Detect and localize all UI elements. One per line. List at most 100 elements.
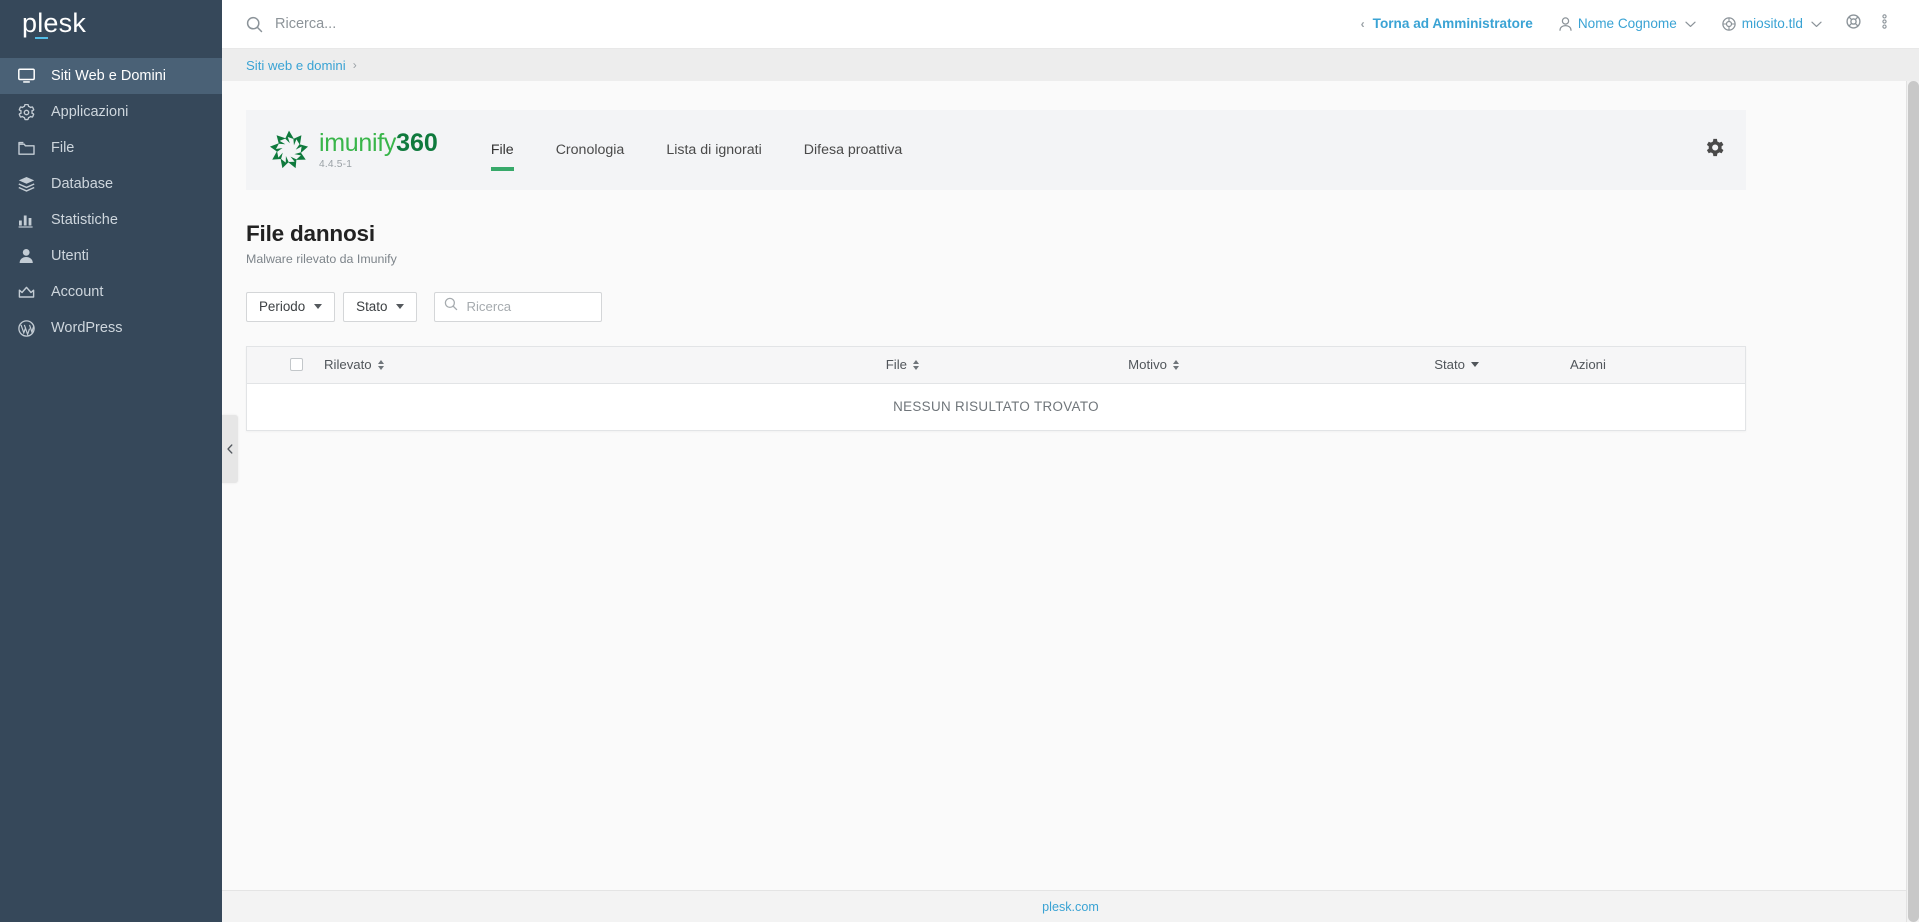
plesk-logo[interactable]: plesk [0,0,222,49]
sidebar-item-label: Account [51,283,104,300]
content-scroll-area: imunify 360 4.4.5-1 File Cronologia List… [222,81,1919,922]
chevron-down-icon [1685,17,1696,31]
sidebar-item-label: Siti Web e Domini [51,67,166,84]
breadcrumb: Siti web e domini › [222,49,1919,81]
footer: plesk.com [222,890,1919,922]
more-options-button[interactable] [1872,13,1897,35]
sidebar-item-label: Statistiche [51,211,118,228]
period-filter-label: Periodo [259,299,306,315]
tab-difesa-proattiva[interactable]: Difesa proattiva [783,110,924,190]
plesk-com-link[interactable]: plesk.com [1042,900,1099,914]
column-label: Rilevato [324,357,372,373]
status-filter-button[interactable]: Stato [343,291,418,322]
plesk-app-window: plesk Siti Web e Domini Applicazioni Fil… [0,0,1919,922]
search-input[interactable] [275,16,675,32]
imunify-name: imunify [319,128,397,157]
column-header-motivo[interactable]: Motivo [919,357,1179,372]
status-filter-label: Stato [356,299,388,315]
sidebar-item-label: Database [51,175,114,192]
search-icon [246,16,263,33]
column-header-stato[interactable]: Stato [1179,357,1479,372]
breadcrumb-item-siti-web-e-domini[interactable]: Siti web e domini [246,58,346,73]
tab-cronologia[interactable]: Cronologia [535,110,646,190]
sidebar-item-wordpress[interactable]: WordPress [0,310,222,346]
wordpress-icon [18,319,40,337]
table-search-input[interactable] [466,299,593,315]
tab-file[interactable]: File [470,110,535,190]
domain-menu[interactable]: miosito.tld [1709,17,1835,31]
plesk-logo-text: plesk [22,7,87,38]
plesk-logo-underline [35,37,48,39]
monitor-icon [18,67,40,85]
page-title: File dannosi [246,221,375,246]
malicious-files-table: Rilevato File Motivo Stato Azioni NESSUN… [246,345,1746,431]
chevron-left-icon [227,444,233,454]
sidebar-item-database[interactable]: Database [0,166,222,202]
chevron-down-icon [396,304,405,310]
lifebuoy-icon [1845,13,1862,35]
table-empty-state: NESSUN RISULTATO TROVATO [247,383,1745,430]
imunify-starburst-icon [268,129,310,171]
topbar: ‹ Torna ad Amministratore Nome Cognome [222,0,1919,49]
column-label: Azioni [1570,357,1606,373]
sidebar-item-account[interactable]: Account [0,274,222,310]
user-icon [18,247,40,265]
column-header-file[interactable]: File [619,357,919,372]
topbar-right: ‹ Torna ad Amministratore Nome Cognome m… [1348,13,1897,35]
sidebar-item-applicazioni[interactable]: Applicazioni [0,94,222,130]
sort-icon-desc-active[interactable] [1471,362,1479,368]
select-all-checkbox[interactable] [290,358,303,372]
domain-menu-label: miosito.tld [1741,16,1803,32]
sidebar-item-label: File [51,139,75,156]
tab-label: Lista di ignorati [666,142,762,158]
imunify-tabs: File Cronologia Lista di ignorati Difesa… [470,110,924,190]
imunify-settings-button[interactable] [1705,110,1724,190]
table-header-row: Rilevato File Motivo Stato Azioni [247,346,1745,384]
filter-toolbar: Periodo Stato [246,291,1746,322]
user-menu[interactable]: Nome Cognome [1546,17,1709,31]
back-to-administrator-link[interactable]: ‹ Torna ad Amministratore [1348,17,1546,31]
sidebar-item-siti-web-e-domini[interactable]: Siti Web e Domini [0,58,222,94]
column-header-rilevato[interactable]: Rilevato [309,357,619,372]
back-to-administrator-label: Torna ad Amministratore [1372,16,1533,32]
sidebar-item-file[interactable]: File [0,130,222,166]
crown-icon [18,283,40,301]
column-label: Motivo [1128,357,1167,373]
vertical-scrollbar[interactable] [1906,81,1919,922]
scrollbar-thumb[interactable] [1908,81,1919,922]
sort-icon[interactable] [377,359,384,370]
user-menu-label: Nome Cognome [1577,16,1677,32]
sidebar-item-label: WordPress [51,319,123,336]
sidebar: plesk Siti Web e Domini Applicazioni Fil… [0,0,222,922]
sidebar-item-label: Applicazioni [51,103,129,120]
user-icon [1559,17,1572,31]
sidebar-item-statistiche[interactable]: Statistiche [0,202,222,238]
chevron-right-icon: › [352,58,357,72]
page-heading: File dannosi Malware rilevato da Imunify [246,221,1746,266]
help-button[interactable] [1835,13,1872,35]
imunify-logo: imunify 360 4.4.5-1 [268,110,452,190]
page-subtitle: Malware rilevato da Imunify [246,251,397,266]
empty-state-message: NESSUN RISULTATO TROVATO [893,399,1099,415]
table-search[interactable] [434,291,603,322]
content-inner: imunify 360 4.4.5-1 File Cronologia List… [246,110,1746,431]
tab-label: Difesa proattiva [803,142,903,158]
column-label: Stato [1434,357,1465,373]
main-column: ‹ Torna ad Amministratore Nome Cognome [222,0,1919,922]
sidebar-nav: Siti Web e Domini Applicazioni File Data… [0,58,222,346]
kebab-menu-icon [1882,13,1887,35]
column-header-azioni: Azioni [1479,357,1745,372]
folder-icon [18,139,40,157]
tab-label: Cronologia [555,142,625,158]
gear-icon [1705,138,1724,162]
sidebar-item-label: Utenti [51,247,89,264]
bar-chart-icon [18,211,40,229]
layers-icon [18,175,40,193]
gear-icon [18,103,40,121]
sidebar-item-utenti[interactable]: Utenti [0,238,222,274]
sidebar-collapse-handle[interactable] [222,415,238,483]
chevron-down-icon [314,304,323,310]
tab-lista-di-ignorati[interactable]: Lista di ignorati [645,110,782,190]
global-search[interactable] [246,16,1348,33]
period-filter-button[interactable]: Periodo [246,291,336,322]
